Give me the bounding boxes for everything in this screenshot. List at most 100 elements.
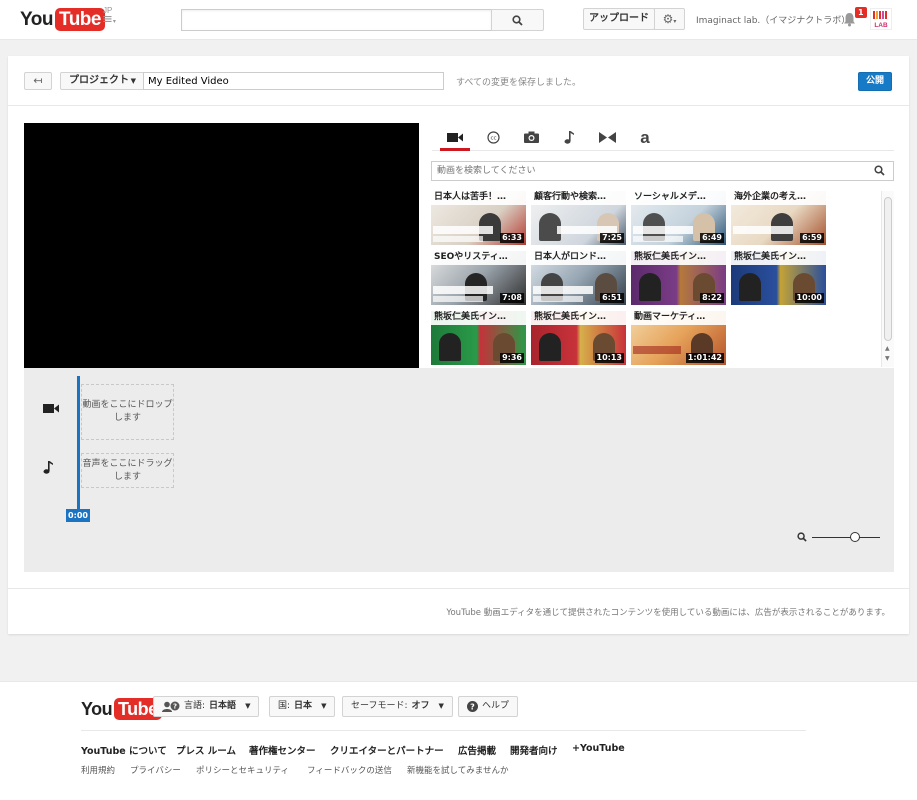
media-thumbnail[interactable]: 日本人がロンド… 6:51 (531, 251, 626, 305)
thumbnail-caption (533, 296, 583, 302)
thumbnail-title: 熊坂仁美氏イン… (431, 311, 526, 325)
media-scrollbar[interactable]: ▲ ▼ (881, 191, 894, 367)
logo-tube: Tube (55, 8, 105, 31)
upload-button[interactable]: アップロード (583, 8, 655, 30)
thumbnail-caption (633, 236, 683, 242)
zoom-icon (797, 532, 807, 542)
thumbnail-duration: 9:36 (500, 353, 524, 363)
media-search-input[interactable] (432, 162, 852, 180)
chevron-down-icon: ▼ (321, 702, 327, 710)
tab-transitions[interactable] (592, 127, 622, 147)
music-note-icon (564, 130, 574, 144)
media-thumbnail[interactable]: 海外企業の考え… 6:59 (731, 191, 826, 245)
media-thumbnail[interactable]: ソーシャルメデ… 6:49 (631, 191, 726, 245)
thumbnail-duration: 10:13 (594, 353, 624, 363)
media-thumbnail[interactable]: 熊坂仁美氏イン… 10:00 (731, 251, 826, 305)
media-thumbnail[interactable]: 動画マーケティ… 1:01:42 (631, 311, 726, 365)
help-icon: ? (467, 701, 478, 712)
logo-you: You (81, 699, 113, 719)
svg-text:?: ? (173, 703, 177, 711)
footer-link-terms[interactable]: 利用規約 (81, 764, 115, 776)
ad-notice: YouTube 動画エディタを通じて提供されたコンテンツを使用している動画には、… (446, 608, 890, 618)
country-label: 国: (278, 701, 291, 711)
svg-text:cc: cc (490, 135, 496, 141)
language-button[interactable]: ? 言語: 日本語 ▼ (153, 696, 260, 717)
scroll-down-icon[interactable]: ▼ (885, 355, 890, 362)
zoom-slider[interactable] (797, 530, 882, 544)
media-thumbnail[interactable]: 熊坂仁美氏イン… 8:22 (631, 251, 726, 305)
safety-value: オフ (411, 701, 430, 711)
media-thumbnail[interactable]: SEOやリスティ… 7:08 (431, 251, 526, 305)
thumbnail-duration: 7:08 (500, 293, 524, 303)
thumbnail-title: 熊坂仁美氏イン… (531, 311, 626, 325)
video-title-input[interactable] (143, 72, 444, 90)
settings-button[interactable]: ⚙▾ (654, 8, 685, 30)
thumbnail-duration: 7:25 (600, 233, 624, 243)
footer-link-feedback[interactable]: フィードバックの送信 (307, 764, 392, 776)
project-menu-button[interactable]: プロジェクト ▼ (60, 72, 144, 90)
search-input[interactable] (181, 9, 492, 31)
video-drop-zone[interactable]: 動画をここにドロップします (81, 384, 174, 440)
thumbnail-caption (533, 286, 593, 294)
thumbnail-title: 海外企業の考え… (731, 191, 826, 205)
tab-text[interactable]: a (630, 127, 660, 147)
video-drop-text: 動画をここにドロップします (82, 400, 173, 423)
gear-icon: ⚙ (662, 12, 674, 26)
footer-link-privacy[interactable]: プライバシー (130, 764, 181, 776)
footer: You Tube ? 言語: 日本語 ▼ 国: 日本 ▼ セーフモード: オフ ▼ ? ヘル… (0, 681, 917, 800)
playhead-time[interactable]: 0:00 (66, 509, 90, 522)
guide-menu-icon[interactable]: ≡▾ (102, 12, 122, 28)
tab-videos[interactable] (440, 127, 470, 151)
safety-mode-button[interactable]: セーフモード: オフ ▼ (342, 696, 453, 717)
thumbnail-duration: 1:01:42 (685, 353, 724, 363)
search-icon (512, 14, 523, 26)
country-button[interactable]: 国: 日本 ▼ (269, 696, 336, 717)
thumbnail-caption (433, 286, 493, 294)
thumbnail-title: 熊坂仁美氏イン… (731, 251, 826, 265)
avatar[interactable]: LAB (870, 8, 892, 30)
tab-music[interactable] (554, 127, 584, 147)
help-button[interactable]: ? ヘルプ (458, 696, 519, 717)
tab-captions[interactable]: cc (478, 127, 508, 147)
thumbnail-duration: 6:49 (700, 233, 724, 243)
footer-link-developers[interactable]: 開発者向け (510, 743, 558, 757)
footer-link-policy-safety[interactable]: ポリシーとセキュリティ (196, 764, 289, 776)
chevron-down-icon: ▾ (673, 18, 677, 25)
footer-link-copyright[interactable]: 著作権センター (249, 743, 316, 757)
audio-drop-zone[interactable]: 音声をここにドラッグします (81, 453, 174, 488)
footer-link-advertise[interactable]: 広告掲載 (458, 743, 496, 757)
footer-link-plus-youtube[interactable]: +YouTube (572, 743, 625, 754)
video-preview[interactable] (24, 123, 419, 368)
media-thumbnail[interactable]: 熊坂仁美氏イン… 9:36 (431, 311, 526, 365)
tab-photos[interactable] (516, 127, 546, 147)
media-thumbnail[interactable]: 顧客行動や検索… 7:25 (531, 191, 626, 245)
search-button[interactable] (491, 9, 544, 31)
thumbnail-caption (433, 226, 493, 234)
thumbnail-title: 日本人がロンド… (531, 251, 626, 265)
thumbnail-caption (433, 296, 483, 302)
zoom-handle[interactable] (850, 532, 860, 542)
chevron-down-icon: ▼ (130, 77, 136, 85)
user-name[interactable]: Imaginact lab.（イマジナクトラボ） (696, 13, 850, 26)
avatar-text: LAB (874, 22, 888, 29)
scroll-up-icon[interactable]: ▲ (885, 345, 890, 352)
back-button[interactable]: ↤ (24, 72, 52, 90)
media-thumbnail[interactable]: 熊坂仁美氏イン… 10:13 (531, 311, 626, 365)
footer-link-press[interactable]: プレス ルーム (176, 743, 236, 757)
footer-link-creators[interactable]: クリエイターとパートナー (330, 743, 444, 757)
zoom-track[interactable] (812, 537, 880, 538)
cc-icon: cc (486, 130, 500, 144)
thumbnail-image (639, 273, 661, 301)
save-status: すべての変更を保存しました。 (456, 78, 582, 88)
publish-button[interactable]: 公開 (858, 72, 892, 91)
scrollbar-thumb[interactable] (884, 197, 892, 341)
media-thumbnail[interactable]: 日本人は苦手！… 6:33 (431, 191, 526, 245)
playhead[interactable] (77, 376, 80, 509)
logo-you: You (20, 9, 53, 30)
thumbnail-duration: 6:33 (500, 233, 524, 243)
footer-link-try-new[interactable]: 新機能を試してみませんか (407, 764, 509, 776)
search-icon[interactable] (874, 165, 885, 176)
text-a-icon: a (640, 127, 650, 147)
notification-badge[interactable]: 1 (855, 7, 867, 18)
footer-link-about[interactable]: YouTube について (81, 743, 167, 757)
